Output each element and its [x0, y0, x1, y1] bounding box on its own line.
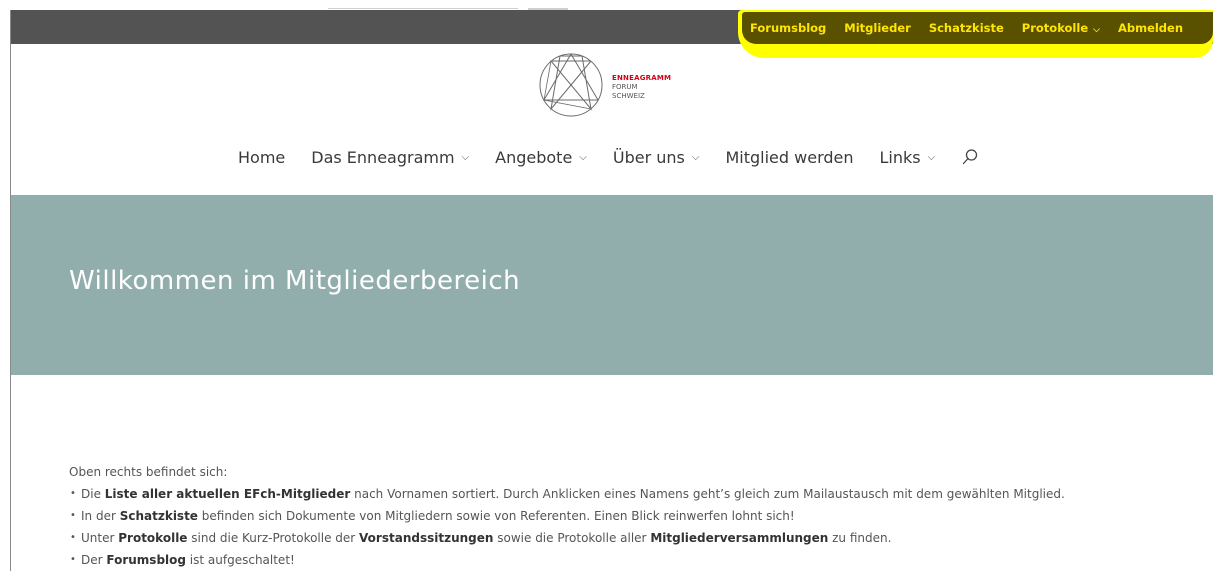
nav-mitglied-werden[interactable]: Mitglied werden	[725, 148, 853, 167]
site-logo[interactable]: ENNEAGRAMM FORUM SCHWEIZ	[538, 52, 698, 122]
text: In der	[81, 509, 120, 523]
nav-angebote[interactable]: Angebote ⌵	[495, 148, 587, 167]
topnav-protokolle[interactable]: Protokolle ⌵	[1022, 21, 1100, 35]
page-title: Willkommen im Mitgliederbereich	[69, 266, 521, 296]
text: sowie die Protokolle aller	[493, 531, 651, 545]
bold-text: Forumsblog	[106, 553, 186, 567]
text: befinden sich Dokumente von Mitgliedern …	[197, 509, 795, 523]
chevron-down-icon: ⌵	[1093, 25, 1100, 35]
text: ist aufgeschaltet!	[185, 553, 295, 567]
intro-text: Oben rechts befindet sich:	[69, 465, 228, 479]
list-item: In der Schatzkiste befinden sich Dokumen…	[69, 505, 1189, 527]
text: zu finden.	[828, 531, 892, 545]
strip-mark	[328, 8, 518, 9]
nav-home[interactable]: Home	[238, 148, 285, 167]
nav-links-label: Links	[879, 147, 921, 167]
enneagram-logo-icon	[539, 53, 603, 117]
info-list: Die Liste aller aktuellen EFch-Mitgliede…	[69, 483, 1189, 571]
topnav-mitglieder[interactable]: Mitglieder	[844, 21, 911, 35]
search-icon[interactable]	[961, 148, 979, 166]
nav-angebote-label: Angebote	[495, 147, 573, 167]
list-item: Der Forumsblog ist aufgeschaltet!	[69, 549, 1189, 571]
chevron-down-icon: ⌵	[461, 151, 470, 163]
member-menu: Forumsblog Mitglieder Schatzkiste Protok…	[750, 14, 1183, 42]
top-strip	[10, 0, 1213, 10]
bold-text: Protokolle	[118, 531, 188, 545]
bold-text: Schatzkiste	[119, 509, 198, 523]
text: nach Vornamen sortiert. Durch Anklicken …	[350, 487, 1065, 501]
list-item: Die Liste aller aktuellen EFch-Mitgliede…	[69, 483, 1189, 505]
text: Der	[81, 553, 107, 567]
bold-text: Mitgliederversammlungen	[650, 531, 829, 545]
chevron-down-icon: ⌵	[691, 151, 700, 163]
nav-ueber-uns-label: Über uns	[612, 147, 685, 167]
text: sind die Kurz-Protokolle der	[187, 531, 360, 545]
logo-line3: SCHWEIZ	[612, 92, 645, 100]
logo-line2: FORUM	[612, 83, 638, 91]
bold-text: Vorstandssitzungen	[359, 531, 494, 545]
page-content: Oben rechts befindet sich: Die Liste all…	[69, 461, 1189, 571]
topnav-abmelden[interactable]: Abmelden	[1118, 21, 1183, 35]
list-item: Unter Protokolle sind die Kurz-Protokoll…	[69, 527, 1189, 549]
chevron-down-icon: ⌵	[927, 151, 936, 163]
logo-text: ENNEAGRAMM FORUM SCHWEIZ	[612, 74, 671, 101]
chevron-down-icon: ⌵	[579, 151, 587, 163]
bold-text: Liste aller aktuellen EFch-Mitglieder	[104, 487, 351, 501]
nav-ueber-uns[interactable]: Über uns ⌵	[613, 148, 700, 167]
text: Die	[81, 487, 105, 501]
nav-das-enneagramm-label: Das Enneagramm	[311, 147, 455, 167]
text: Unter	[81, 531, 119, 545]
main-navigation: Home Das Enneagramm ⌵ Angebote ⌵ Über uns ⌵…	[238, 144, 979, 170]
nav-links[interactable]: Links ⌵	[880, 148, 936, 167]
topnav-schatzkiste[interactable]: Schatzkiste	[929, 21, 1004, 35]
nav-das-enneagramm[interactable]: Das Enneagramm ⌵	[311, 148, 469, 167]
topnav-protokolle-label: Protokolle	[1021, 21, 1089, 35]
hero-banner: Willkommen im Mitgliederbereich	[11, 195, 1213, 375]
topnav-forumsblog[interactable]: Forumsblog	[750, 21, 826, 35]
logo-line1: ENNEAGRAMM	[612, 74, 672, 82]
